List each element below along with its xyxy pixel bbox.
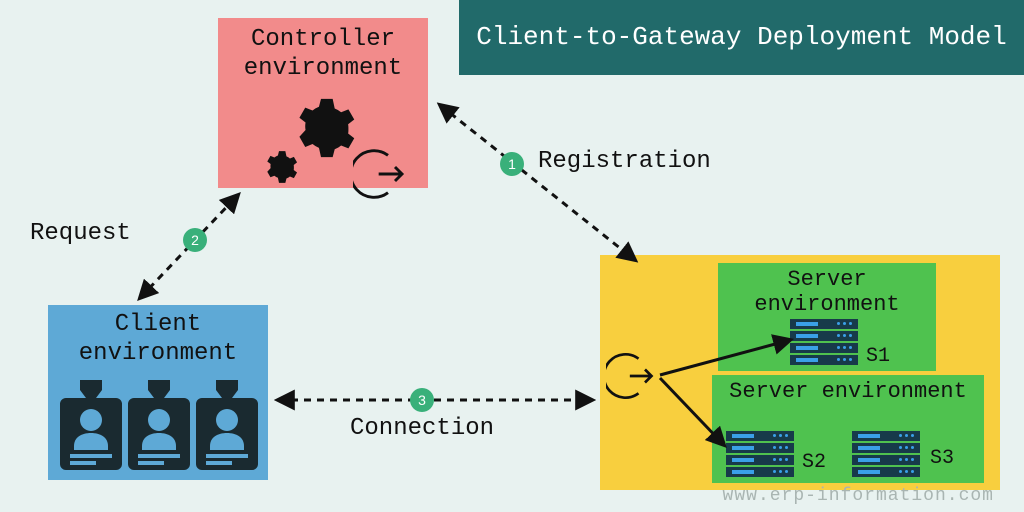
step-1-badge: 1 — [500, 152, 524, 176]
server-s1-label: S1 — [866, 345, 890, 368]
step-2-badge: 2 — [183, 228, 207, 252]
client-environment-box: Client environment — [48, 305, 268, 480]
title-banner: Client-to-Gateway Deployment Model — [459, 0, 1024, 75]
controller-label: Controller environment — [218, 26, 428, 84]
step-3-badge: 3 — [410, 388, 434, 412]
server2-label: Server environment — [729, 379, 967, 404]
server-rack-icon — [790, 319, 858, 365]
server-rack-icon — [852, 431, 920, 477]
exit-icon — [606, 350, 658, 407]
exit-icon — [353, 146, 409, 207]
controller-environment-box: Controller environment — [218, 18, 428, 188]
server-s2-label: S2 — [802, 451, 826, 474]
server-s3-label: S3 — [930, 447, 954, 470]
client-label: Client environment — [48, 311, 268, 369]
request-label: Request — [30, 220, 131, 247]
gear-small-icon — [260, 148, 298, 191]
id-badge-icon — [196, 380, 258, 475]
gateway-box: Server environment S1 Server environment… — [600, 255, 1000, 490]
registration-label: Registration — [538, 148, 711, 175]
server-environment-box-2: Server environment S2 S3 — [712, 375, 984, 483]
id-badge-icon — [60, 380, 122, 475]
server1-label: Server environment — [718, 267, 936, 318]
watermark: www.erp-information.com — [723, 486, 994, 506]
title-text: Client-to-Gateway Deployment Model — [476, 21, 1007, 55]
id-badges-group — [60, 380, 258, 475]
id-badge-icon — [128, 380, 190, 475]
connection-label: Connection — [350, 415, 494, 442]
server-rack-icon — [726, 431, 794, 477]
server-environment-box-1: Server environment S1 — [718, 263, 936, 371]
